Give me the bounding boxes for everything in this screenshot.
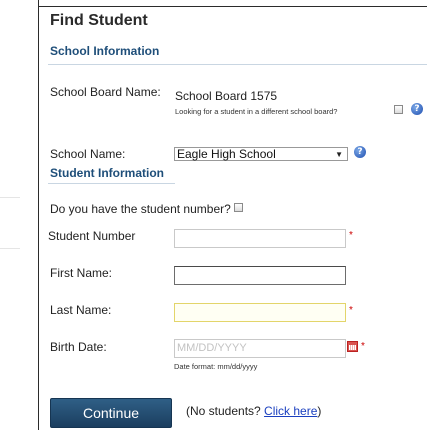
page-title: Find Student	[50, 12, 148, 29]
have-student-number-label: Do you have the student number?	[50, 202, 231, 216]
chevron-down-icon: ▼	[335, 150, 343, 159]
first-name-label: First Name:	[50, 266, 113, 280]
no-students-prefix: (No students?	[186, 404, 265, 418]
different-board-text: Looking for a student in a different sch…	[175, 107, 338, 116]
section-divider	[48, 183, 175, 184]
click-here-link[interactable]: Click here	[264, 404, 317, 418]
help-icon[interactable]: ?	[354, 146, 366, 158]
continue-button[interactable]: Continue	[50, 398, 172, 428]
content-left-border	[38, 0, 39, 430]
section-divider	[48, 64, 427, 65]
last-name-input[interactable]	[174, 303, 346, 322]
date-format-hint: Date format: mm/dd/yyyy	[174, 362, 258, 371]
required-marker: *	[349, 230, 353, 241]
no-students-text: (No students? Click here)	[186, 404, 321, 418]
different-board-checkbox[interactable]	[394, 105, 403, 114]
student-information-heading: Student Information	[50, 166, 164, 180]
school-board-label: School Board Name:	[50, 85, 161, 99]
no-students-suffix: )	[317, 404, 322, 418]
content-top-border	[38, 6, 427, 7]
left-panel-divider	[0, 197, 20, 198]
left-panel-divider	[0, 248, 20, 249]
school-name-select[interactable]: Eagle High School ▼	[174, 147, 348, 161]
student-number-input[interactable]	[174, 229, 346, 248]
have-student-number-checkbox[interactable]	[234, 203, 243, 212]
first-name-input[interactable]	[174, 266, 346, 285]
school-board-value: School Board 1575	[175, 89, 278, 103]
student-number-label: Student Number	[48, 229, 136, 243]
help-icon[interactable]: ?	[411, 103, 423, 115]
last-name-label: Last Name:	[50, 303, 112, 317]
required-marker: *	[349, 305, 353, 316]
required-marker: *	[361, 341, 365, 352]
calendar-icon[interactable]	[347, 341, 358, 352]
school-name-selected: Eagle High School	[177, 147, 276, 161]
school-name-label: School Name:	[50, 147, 126, 161]
school-information-heading: School Information	[50, 44, 160, 58]
birth-date-input[interactable]: MM/DD/YYYY	[174, 339, 346, 358]
birth-date-label: Birth Date:	[50, 340, 107, 354]
